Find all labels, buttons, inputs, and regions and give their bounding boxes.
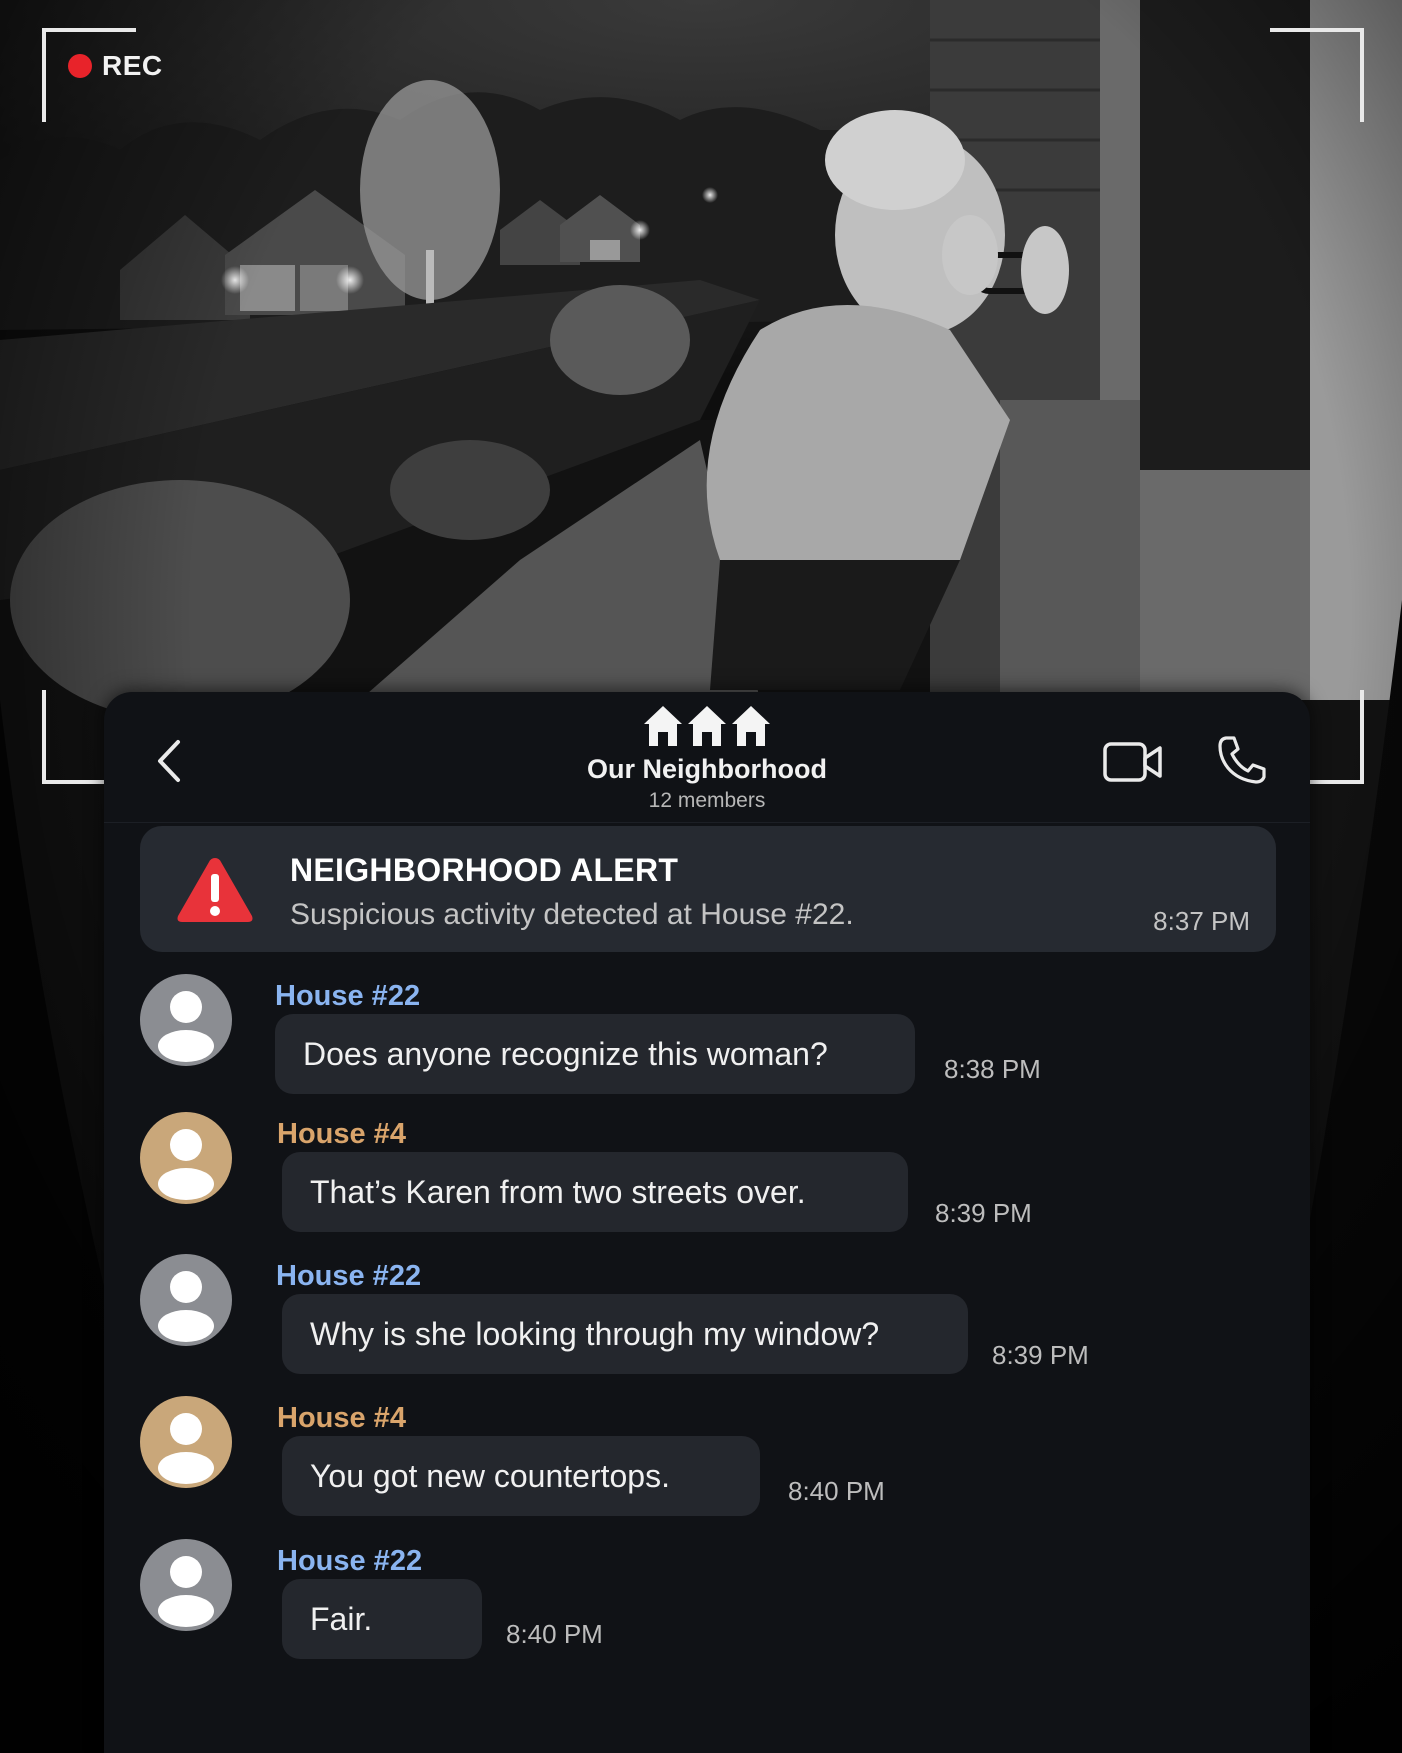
message-row: House #4 You got new countertops. 8:40 P… <box>104 1396 1310 1526</box>
message-bubble[interactable]: Does anyone recognize this woman? <box>275 1014 915 1094</box>
message-time: 8:38 PM <box>944 1054 1041 1084</box>
person-icon <box>158 991 214 1062</box>
message-bubble[interactable]: Why is she looking through my window? <box>282 1294 968 1374</box>
member-count: 12 members <box>648 789 766 812</box>
message-time: 8:40 PM <box>788 1476 885 1506</box>
message-time: 8:39 PM <box>992 1340 1089 1370</box>
avatar[interactable] <box>140 974 232 1066</box>
group-chat-panel: Our Neighborhood 12 members NEIGHBORHOOD… <box>104 692 1310 1753</box>
avatar[interactable] <box>140 1396 232 1488</box>
sender-name: House #22 <box>276 1260 422 1292</box>
message-bubble[interactable]: Fair. <box>282 1579 482 1659</box>
person-icon <box>158 1129 214 1200</box>
message-time: 8:40 PM <box>506 1619 603 1649</box>
sender-name: House #22 <box>275 980 421 1012</box>
neighborhood-alert-banner[interactable]: NEIGHBORHOOD ALERT Suspicious activity d… <box>140 826 1276 952</box>
alert-text: Suspicious activity detected at House #2… <box>290 898 854 931</box>
person-icon <box>158 1556 214 1627</box>
video-call-button[interactable] <box>1102 738 1164 786</box>
chat-header: Our Neighborhood 12 members <box>104 692 1310 823</box>
avatar[interactable] <box>140 1112 232 1204</box>
houses-icon <box>642 702 772 755</box>
sender-name: House #4 <box>277 1118 406 1150</box>
warning-icon <box>174 854 256 931</box>
phone-icon <box>1218 736 1266 784</box>
message-row: House #22 Fair. 8:40 PM <box>104 1539 1310 1669</box>
person-icon <box>158 1413 214 1484</box>
sender-name: House #22 <box>277 1545 423 1577</box>
message-row: House #22 Why is she looking through my … <box>104 1254 1310 1384</box>
alert-time: 8:37 PM <box>1153 906 1250 936</box>
avatar[interactable] <box>140 1254 232 1346</box>
sender-name: House #4 <box>277 1402 406 1434</box>
person-icon <box>158 1271 214 1342</box>
message-row: House #4 That’s Karen from two streets o… <box>104 1112 1310 1242</box>
message-bubble[interactable]: That’s Karen from two streets over. <box>282 1152 908 1232</box>
message-time: 8:39 PM <box>935 1198 1032 1228</box>
viewfinder-corner-top-right <box>1270 28 1364 122</box>
video-camera-icon <box>1103 742 1162 782</box>
recording-label: REC <box>102 50 163 81</box>
avatar[interactable] <box>140 1539 232 1631</box>
alert-title: NEIGHBORHOOD ALERT <box>290 852 679 888</box>
record-dot-icon <box>68 54 92 78</box>
message-bubble[interactable]: You got new countertops. <box>282 1436 760 1516</box>
recording-indicator: REC <box>68 50 163 82</box>
voice-call-button[interactable] <box>1216 734 1268 786</box>
message-row: House #22 Does anyone recognize this wom… <box>104 974 1310 1104</box>
